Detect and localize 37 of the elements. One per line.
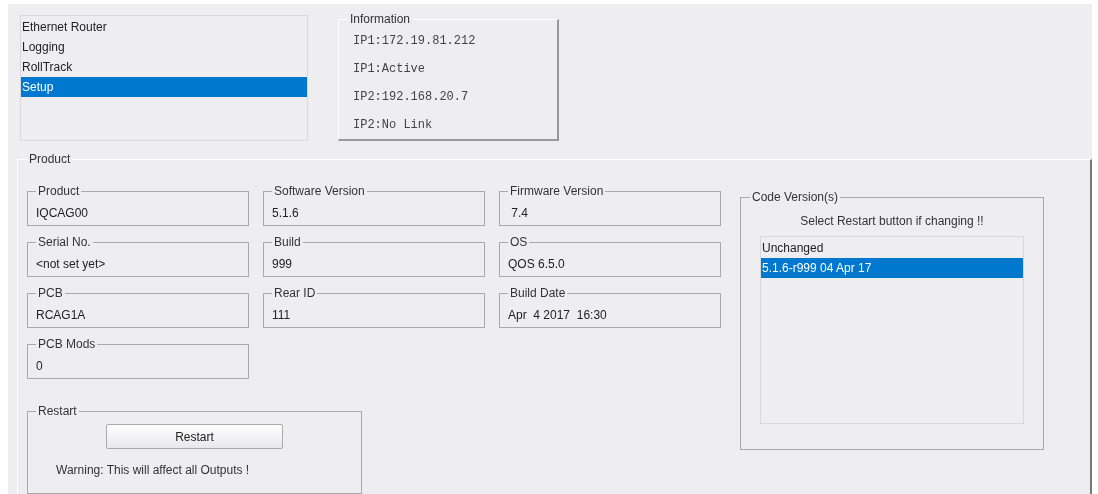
list-item[interactable]: 5.1.6-r999 04 Apr 17: [761, 258, 1023, 278]
list-item[interactable]: Ethernet Router: [21, 17, 307, 37]
field-label: PCB Mods: [37, 336, 97, 353]
field-value: QOS 6.5.0: [508, 256, 565, 273]
field-value: IQCAG00: [36, 205, 89, 222]
field-value: <not set yet>: [36, 256, 106, 273]
info-line: IP2:No Link: [353, 117, 433, 134]
field-label: Product: [37, 183, 81, 200]
list-item[interactable]: Logging: [21, 37, 307, 57]
list-item[interactable]: Unchanged: [761, 238, 1023, 258]
panel-title: Information: [349, 11, 412, 28]
field-label: Rear ID: [273, 285, 317, 302]
field-label: Serial No.: [37, 234, 92, 251]
warning-text: Warning: This will affect all Outputs !: [56, 462, 251, 479]
info-line: IP1:Active: [353, 61, 425, 78]
panel-title: Restart: [37, 403, 78, 420]
field-label: OS: [509, 234, 529, 251]
restart-button[interactable]: Restart: [106, 424, 283, 449]
list-item[interactable]: RollTrack: [21, 57, 307, 77]
panel-title: Product: [28, 151, 72, 168]
field-value: 111: [272, 307, 291, 324]
field-label: Build: [273, 234, 302, 251]
hint-text: Select Restart button if changing !!: [799, 213, 985, 230]
field-value: Apr 4 2017 16:30: [508, 307, 607, 324]
field-value: 999: [272, 256, 293, 273]
field-label: Software Version: [273, 183, 366, 200]
field-label: Build Date: [509, 285, 567, 302]
info-line: IP2:192.168.20.7: [353, 89, 469, 106]
info-line: IP1:172.19.81.212: [353, 33, 476, 50]
field-value: 5.1.6: [272, 205, 299, 222]
list-item[interactable]: Setup: [21, 77, 307, 97]
field-value: 0: [36, 358, 43, 375]
field-value: 7.4: [510, 205, 528, 222]
panel-title: Code Version(s): [751, 189, 840, 206]
field-value: RCAG1A: [36, 307, 86, 324]
field-label: PCB: [37, 285, 64, 302]
field-label: Firmware Version: [509, 183, 605, 200]
